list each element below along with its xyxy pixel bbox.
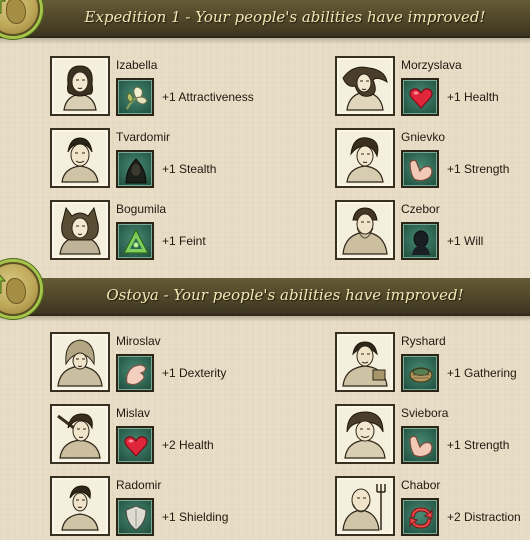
character-portrait [335,404,395,464]
character-name: Chabor [401,478,441,492]
ability-gain: +1 Feint [162,234,206,248]
character-portrait [50,404,110,464]
ability-gain: +2 Health [162,438,214,452]
section-title: Ostoya - Your people's abilities have im… [106,286,464,304]
character-portrait [50,332,110,392]
heart-icon [116,426,154,464]
flower-icon [116,78,154,116]
flexed-arm-icon [401,426,439,464]
character-name: Ryshard [401,334,446,348]
ability-gain: +1 Attractiveness [162,90,254,104]
ability-gain: +1 Stealth [162,162,217,176]
character-portrait [335,200,395,260]
distraction-arrows-icon [401,498,439,536]
character-name: Bogumila [116,202,167,216]
ability-gain: +1 Strength [447,162,510,176]
character-name: Izabella [116,58,158,72]
character-card[interactable]: Miroslav +1 Dexterity [50,332,290,396]
ostoya-panel: Ostoya - Your people's abilities have im… [0,262,530,540]
ability-gain: +2 Distraction [447,510,521,524]
expedition-panel: Expedition 1 - Your people's abilities h… [0,0,530,268]
level-up-arrow-icon [0,274,6,294]
level-up-arrow-icon [0,0,6,14]
basket-icon [401,354,439,392]
heart-icon [401,78,439,116]
character-portrait [335,56,395,116]
character-card[interactable]: Mislav +2 Health [50,404,290,468]
character-card[interactable]: Radomir +1 Shielding [50,476,290,540]
character-name: Radomir [116,478,162,492]
flexed-arm-icon [401,150,439,188]
character-name: Mislav [116,406,151,420]
shield-icon [116,498,154,536]
head-silhouette-icon [401,222,439,260]
feint-triangle-icon [116,222,154,260]
character-card[interactable]: Chabor +2 Distraction [335,476,530,540]
character-portrait [335,476,395,536]
character-name: Gnievko [401,130,446,144]
ability-gain: +1 Will [447,234,484,248]
character-card[interactable]: Ryshard +1 Gathering [335,332,530,396]
character-card[interactable]: Bogumila +1 Feint [50,200,290,264]
character-card[interactable]: Izabella +1 Attractiveness [50,56,290,120]
ability-gain: +1 Dexterity [162,366,227,380]
hand-icon [116,354,154,392]
ability-gain: +1 Gathering [447,366,517,380]
section-banner: Expedition 1 - Your people's abilities h… [0,0,530,44]
section-title: Expedition 1 - Your people's abilities h… [84,8,486,26]
hooded-figure-icon [116,150,154,188]
character-portrait [50,476,110,536]
ability-gain: +1 Strength [447,438,510,452]
character-portrait [335,128,395,188]
character-portrait [50,200,110,260]
character-card[interactable]: Sviebora +1 Strength [335,404,530,468]
character-name: Miroslav [116,334,161,348]
character-card[interactable]: Gnievko +1 Strength [335,128,530,192]
character-portrait [50,128,110,188]
character-name: Morzyslava [401,58,462,72]
character-card[interactable]: Tvardomir +1 Stealth [50,128,290,192]
character-portrait [335,332,395,392]
character-name: Tvardomir [116,130,171,144]
ability-gain: +1 Shielding [162,510,229,524]
character-card[interactable]: Czebor +1 Will [335,200,530,264]
character-card[interactable]: Morzyslava +1 Health [335,56,530,120]
character-name: Sviebora [401,406,449,420]
ability-gain: +1 Health [447,90,499,104]
character-portrait [50,56,110,116]
section-banner: Ostoya - Your people's abilities have im… [0,278,530,322]
character-name: Czebor [401,202,440,216]
